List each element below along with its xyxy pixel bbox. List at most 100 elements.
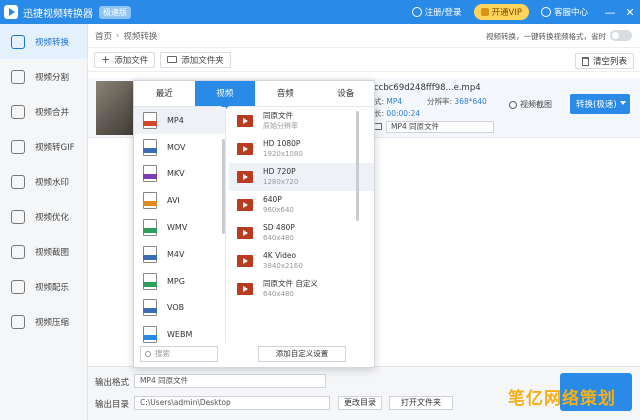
feature-hint: 视频转换，一键转换视频格式，省时: [486, 32, 606, 41]
format-tabs: 最近 视频 音频 设备: [134, 81, 377, 110]
wmv-file-icon: [143, 219, 157, 237]
resolution-meta-label: 分辨率:: [427, 97, 453, 106]
video-screenshot-label: 视频截图: [520, 100, 552, 109]
merge-icon: [11, 104, 25, 119]
film-icon: [237, 227, 253, 239]
output-format-field[interactable]: MP4 同原文件: [134, 374, 326, 388]
sidebar-item-video-merge[interactable]: 视频合并: [0, 94, 87, 129]
sidebar-item-label: 视频合并: [35, 107, 70, 118]
mov-file-icon: [143, 138, 157, 156]
video-thumbnail[interactable]: [96, 81, 138, 135]
edition-badge: 极速版: [99, 5, 131, 19]
film-icon: [237, 199, 253, 211]
format-item-mp4[interactable]: MP4: [134, 107, 225, 134]
resolution-name: 同原文件 自定义: [263, 279, 318, 288]
format-item-webm[interactable]: WEBM: [134, 321, 225, 343]
headset-icon: [540, 7, 551, 17]
tab-recent[interactable]: 最近: [134, 81, 195, 106]
avi-file-icon: [143, 192, 157, 210]
format-item-avi[interactable]: AVI: [134, 187, 225, 214]
resolution-item-480p[interactable]: SD 480P 640x480: [229, 219, 374, 247]
change-dir-button[interactable]: 更改目录: [338, 396, 382, 410]
tab-audio[interactable]: 音频: [255, 81, 316, 106]
minimize-button[interactable]: —: [600, 6, 620, 19]
sidebar-item-label: 视频分割: [35, 72, 70, 83]
format-item-mkv[interactable]: MKV: [134, 161, 225, 188]
sidebar-item-video-split[interactable]: 视频分割: [0, 59, 87, 94]
resolution-name: 同原文件: [263, 111, 293, 120]
mpg-file-icon: [143, 272, 157, 290]
format-search-input[interactable]: 搜索: [140, 346, 218, 362]
resolution-dim: 3840x2160: [263, 262, 303, 270]
resolution-dim: 1280x720: [263, 178, 299, 186]
format-item-label: M4V: [167, 249, 185, 259]
trash-icon: [581, 56, 589, 66]
format-meta: 式: MP4: [374, 96, 402, 107]
format-item-mov[interactable]: MOV: [134, 134, 225, 161]
add-file-label: 添加文件: [114, 55, 149, 66]
resolution-item-custom[interactable]: 同原文件 自定义 640x480: [229, 275, 374, 303]
resolution-item-4k[interactable]: 4K Video 3840x2160: [229, 247, 374, 275]
add-folder-button[interactable]: 添加文件夹: [160, 51, 231, 68]
format-item-m4v[interactable]: M4V: [134, 241, 225, 268]
title-bar: 迅捷视频转换器 极速版 注册/登录 开通VIP 客服中心 — ✕: [0, 0, 640, 24]
clear-list-button[interactable]: 清空列表: [574, 53, 634, 69]
add-custom-settings-button[interactable]: 添加自定义设置: [258, 346, 346, 362]
resolution-name: HD 720P: [263, 167, 296, 176]
close-button[interactable]: ✕: [620, 6, 640, 19]
output-format-select[interactable]: MP4 同原文件: [386, 121, 494, 133]
sidebar-item-label: 视频压缩: [35, 317, 70, 328]
sidebar-item-video-watermark[interactable]: 视频水印: [0, 164, 87, 199]
help-center-link[interactable]: 客服中心: [540, 6, 588, 18]
chevron-down-icon[interactable]: [620, 101, 626, 105]
sidebar-item-video-music[interactable]: 视频配乐: [0, 269, 87, 304]
sidebar-item-label: 视频优化: [35, 212, 70, 223]
search-placeholder: 搜索: [155, 349, 170, 358]
vip-button[interactable]: 开通VIP: [473, 4, 529, 20]
resolution-list-scrollbar[interactable]: [356, 111, 359, 221]
resolution-name: SD 480P: [263, 223, 295, 232]
compress-icon: [11, 314, 25, 329]
convert-button[interactable]: 转换(极速): [570, 94, 630, 114]
output-dir-field[interactable]: C:\Users\admin\Desktop: [134, 396, 330, 410]
hint-toggle[interactable]: [610, 30, 632, 41]
format-item-label: WMV: [167, 223, 188, 233]
m4v-file-icon: [143, 245, 157, 263]
resolution-dim: 960x640: [263, 206, 294, 214]
vip-label: 开通VIP: [491, 8, 522, 18]
resolution-name: HD 1080P: [263, 139, 301, 148]
resolution-item-720p[interactable]: HD 720P 1280x720: [229, 163, 374, 191]
clear-list-label: 清空列表: [592, 57, 627, 67]
tab-video[interactable]: 视频: [194, 81, 255, 110]
gif-icon: [11, 139, 25, 154]
sidebar-item-video-gif[interactable]: 视频转GIF: [0, 129, 87, 164]
tab-device[interactable]: 设备: [316, 81, 377, 106]
resolution-item-640p[interactable]: 640P 960x640: [229, 191, 374, 219]
resolution-dim: 640x480: [263, 290, 294, 298]
add-file-button[interactable]: + 添加文件: [94, 51, 156, 68]
format-item-mpg[interactable]: MPG: [134, 268, 225, 295]
sidebar-item-label: 视频水印: [35, 177, 70, 188]
format-item-label: MOV: [167, 142, 186, 152]
resolution-dim: 1920x1080: [263, 150, 303, 158]
sidebar-item-video-convert[interactable]: 视频转换: [0, 24, 87, 59]
open-folder-button[interactable]: 打开文件夹: [389, 396, 453, 410]
format-item-label: MPG: [167, 276, 185, 286]
film-icon: [237, 115, 253, 127]
format-item-vob[interactable]: VOB: [134, 295, 225, 322]
sidebar-item-video-screenshot[interactable]: 视频截图: [0, 234, 87, 269]
sidebar-item-video-optimize[interactable]: 视频优化: [0, 199, 87, 234]
breadcrumb-current: 视频转换: [123, 31, 158, 42]
plus-icon: +: [101, 53, 111, 66]
format-list-scrollbar[interactable]: [222, 139, 225, 234]
format-item-wmv[interactable]: WMV: [134, 214, 225, 241]
resolution-list: 同原文件 原始分辨率 HD 1080P 1920x1080 HD 720P 1280x…: [229, 107, 374, 343]
resolution-item-1080p[interactable]: HD 1080P 1920x1080: [229, 135, 374, 163]
login-link[interactable]: 注册/登录: [411, 6, 462, 18]
resolution-item-original[interactable]: 同原文件 原始分辨率: [229, 107, 374, 135]
add-folder-label: 添加文件夹: [181, 55, 224, 66]
breadcrumb-home[interactable]: 首页: [95, 30, 112, 42]
output-format-label: 输出格式: [95, 378, 130, 388]
sidebar-item-video-compress[interactable]: 视频压缩: [0, 304, 87, 339]
video-screenshot-button[interactable]: 视频截图: [509, 99, 552, 110]
